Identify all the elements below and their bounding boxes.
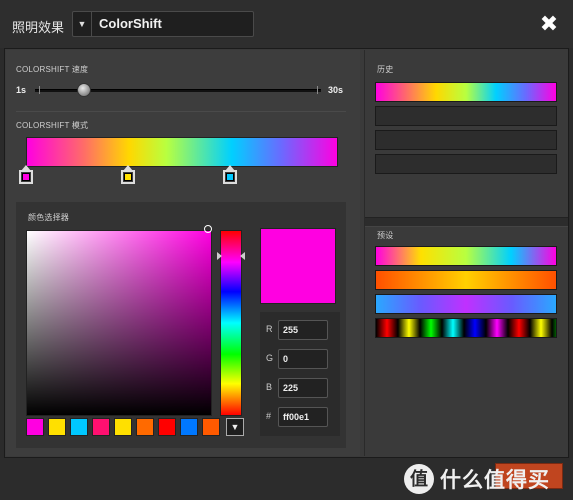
- color-picker-label: 颜色选择器: [28, 213, 69, 222]
- color-cursor[interactable]: [204, 225, 212, 233]
- hue-marker-right-icon[interactable]: [240, 252, 245, 260]
- preset-spectrum[interactable]: [375, 318, 557, 338]
- effect-mode-select[interactable]: ▼ ColorShift: [72, 11, 254, 37]
- r-label: R: [266, 324, 273, 334]
- preset-rainbow[interactable]: [375, 246, 557, 266]
- r-field[interactable]: 255: [278, 320, 328, 340]
- colorshift-gradient-bar[interactable]: [26, 137, 338, 167]
- divider: [365, 217, 568, 227]
- b-label: B: [266, 382, 273, 392]
- gradient-stop-3[interactable]: [223, 165, 237, 185]
- effect-mode-value: ColorShift: [99, 16, 162, 31]
- title-bar: 照明效果 ▼ ColorShift ✖: [0, 0, 573, 48]
- history-label: 历史: [377, 65, 394, 74]
- g-label: G: [266, 353, 274, 363]
- watermark-text: 什么值得买: [440, 468, 550, 492]
- slider-tick: [317, 86, 318, 94]
- pattern-label: COLORSHIFT 模式: [16, 121, 89, 130]
- color-swatch[interactable]: [70, 418, 88, 436]
- saturation-value-square[interactable]: [26, 230, 212, 416]
- history-slot-2[interactable]: [375, 106, 557, 126]
- hue-slider[interactable]: [220, 230, 242, 416]
- dialog-title: 照明效果: [12, 21, 65, 36]
- color-swatch[interactable]: [202, 418, 220, 436]
- chevron-down-icon[interactable]: ▼: [73, 12, 92, 36]
- history-slot-4[interactable]: [375, 154, 557, 174]
- gradient-stop-1[interactable]: [19, 165, 33, 185]
- speed-min-label: 1s: [16, 85, 27, 95]
- b-field[interactable]: 225: [278, 378, 328, 398]
- main-panel: COLORSHIFT 速度 1s 30s COLORSHIFT 模式 颜色选择器: [4, 48, 569, 458]
- g-field[interactable]: 0: [278, 349, 328, 369]
- watermark-logo-icon: 值: [404, 464, 434, 494]
- color-swatch[interactable]: [180, 418, 198, 436]
- color-preview: [260, 228, 336, 304]
- hex-field[interactable]: ff00e1: [278, 407, 328, 427]
- history-slot-1[interactable]: [375, 82, 557, 102]
- color-swatch[interactable]: [158, 418, 176, 436]
- color-swatch[interactable]: [26, 418, 44, 436]
- swatch-dropdown-icon[interactable]: ▼: [226, 418, 244, 436]
- slider-tick: [39, 86, 40, 94]
- preset-ocean[interactable]: [375, 294, 557, 314]
- footer-bar: 值 什么值得买: [0, 458, 573, 500]
- speed-slider-thumb[interactable]: [76, 83, 91, 97]
- rgb-input-panel: R 255 G 0 B 225 # ff00e1: [260, 312, 340, 436]
- presets-label: 预设: [377, 231, 394, 240]
- color-swatch[interactable]: [114, 418, 132, 436]
- hex-label: #: [266, 411, 272, 421]
- color-picker: 颜色选择器 R 255 G 0 B 225 # ff00e1 ▼: [16, 202, 346, 448]
- close-icon[interactable]: ✖: [538, 13, 560, 35]
- history-presets-panel: 历史 预设: [364, 50, 568, 456]
- gradient-stop-2[interactable]: [121, 165, 135, 185]
- speed-label: COLORSHIFT 速度: [16, 65, 89, 74]
- color-swatch[interactable]: [136, 418, 154, 436]
- hue-marker-left-icon[interactable]: [217, 252, 222, 260]
- preset-fire[interactable]: [375, 270, 557, 290]
- watermark: 值 什么值得买: [404, 459, 550, 499]
- speed-max-label: 30s: [328, 85, 344, 95]
- color-swatch[interactable]: [48, 418, 66, 436]
- history-slot-3[interactable]: [375, 130, 557, 150]
- effect-settings-panel: COLORSHIFT 速度 1s 30s COLORSHIFT 模式 颜色选择器: [6, 50, 360, 456]
- color-swatch[interactable]: [92, 418, 110, 436]
- divider: [16, 111, 346, 112]
